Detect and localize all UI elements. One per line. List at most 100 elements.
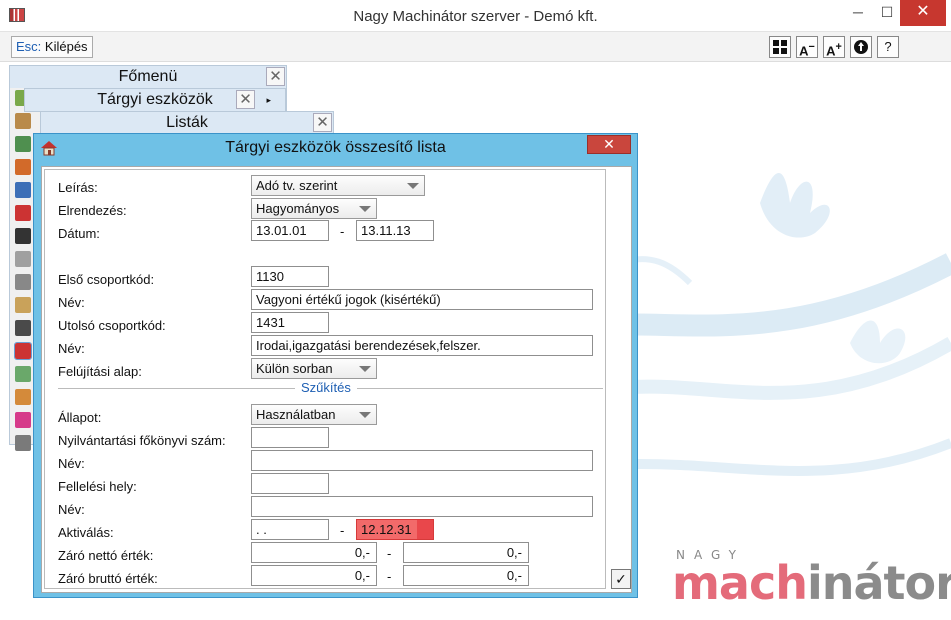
activation-label: Aktiválás:	[58, 525, 114, 540]
renovation-basis-label: Felújítási alap:	[58, 364, 142, 379]
description-value: Adó tv. szerint	[256, 178, 338, 193]
chevron-down-icon	[359, 366, 371, 372]
title-bar: Nagy Machinátor szerver - Demó kft. ─ ☐ …	[0, 0, 951, 32]
date-to-input[interactable]: 13.11.13	[356, 220, 434, 241]
status-label: Állapot:	[58, 410, 102, 425]
net-value-label: Záró nettó érték:	[58, 548, 154, 563]
help-button[interactable]: ?	[877, 36, 899, 58]
close-assets-menu-button[interactable]: ✕	[236, 90, 255, 109]
menu-item-icon[interactable]	[15, 320, 31, 336]
menu-item-icon[interactable]	[15, 297, 31, 313]
ledger-name-input[interactable]	[251, 450, 593, 471]
toolbar: Esc: Kilépés A− A+ ?	[0, 32, 951, 62]
date-range-dash: -	[340, 224, 345, 239]
gross-value-from-input[interactable]: 0,-	[251, 565, 377, 586]
location-label: Fellelési hely:	[58, 479, 137, 494]
status-value: Használatban	[256, 407, 336, 422]
close-window-button[interactable]: ✕	[900, 0, 946, 26]
activation-range-dash: -	[340, 523, 345, 538]
window-title: Nagy Machinátor szerver - Demó kft.	[353, 8, 598, 25]
summary-list-dialog: Tárgyi eszközök összesítő lista ✕ Leírás…	[33, 133, 638, 598]
main-menu-title[interactable]: Főmenü	[10, 66, 286, 88]
first-group-code-input[interactable]: 1130	[251, 266, 329, 287]
menu-item-icon[interactable]	[14, 342, 32, 360]
globe-icon[interactable]	[850, 36, 872, 58]
last-name-input[interactable]: Irodai,igazgatási berendezések,felszer.	[251, 335, 593, 356]
grid-icon[interactable]	[769, 36, 791, 58]
chevron-down-icon	[407, 183, 419, 189]
first-name-label: Név:	[58, 295, 85, 310]
arrow-right-icon[interactable]: ▸	[266, 95, 271, 106]
chevron-down-icon	[359, 206, 371, 212]
ledger-number-input[interactable]	[251, 427, 329, 448]
status-dropdown[interactable]: Használatban	[251, 404, 377, 425]
maximize-button[interactable]: ☐	[872, 0, 902, 26]
close-lists-menu-button[interactable]: ✕	[313, 113, 332, 132]
location-name-input[interactable]	[251, 496, 593, 517]
lists-menu-panel: Listák ✕	[40, 111, 334, 135]
menu-icon-column	[14, 90, 35, 458]
brand-inator: inátor	[807, 556, 951, 610]
activation-to-value: 12.12.31	[361, 522, 412, 537]
activation-from-input[interactable]: . .	[251, 519, 329, 540]
assets-menu-panel: Tárgyi eszközök ✕ ▸	[24, 88, 286, 112]
layout-dropdown[interactable]: Hagyományos	[251, 198, 377, 219]
gross-value-to-input[interactable]: 0,-	[403, 565, 529, 586]
font-decrease-button[interactable]: A−	[796, 36, 818, 58]
date-label: Dátum:	[58, 226, 100, 241]
description-label: Leírás:	[58, 180, 98, 195]
menu-item-icon[interactable]	[15, 389, 31, 405]
menu-item-icon[interactable]	[15, 366, 31, 382]
net-range-dash: -	[387, 546, 392, 561]
text-cursor	[417, 520, 433, 539]
net-value-to-input[interactable]: 0,-	[403, 542, 529, 563]
gross-value-label: Záró bruttó érték:	[58, 571, 158, 586]
ledger-name-label: Név:	[58, 456, 85, 471]
last-name-label: Név:	[58, 341, 85, 356]
net-value-from-input[interactable]: 0,-	[251, 542, 377, 563]
gross-range-dash: -	[387, 569, 392, 584]
activation-to-input[interactable]: 12.12.31	[356, 519, 434, 540]
menu-item-icon[interactable]	[15, 274, 31, 290]
layout-value: Hagyományos	[256, 201, 340, 216]
date-from-input[interactable]: 13.01.01	[251, 220, 329, 241]
font-decrease-label: A	[799, 43, 809, 59]
exit-label: Kilépés	[41, 39, 88, 54]
filter-section-title: Szűkítés	[295, 380, 357, 395]
menu-item-icon[interactable]	[15, 251, 31, 267]
menu-item-icon[interactable]	[15, 136, 31, 152]
font-increase-button[interactable]: A+	[823, 36, 845, 58]
menu-item-icon[interactable]	[15, 205, 31, 221]
first-name-input[interactable]: Vagyoni értékű jogok (kisértékű)	[251, 289, 593, 310]
chevron-down-icon	[359, 412, 371, 418]
menu-item-icon[interactable]	[15, 182, 31, 198]
font-increase-label: A	[826, 43, 836, 59]
dialog-body: Leírás: Adó tv. szerint Elrendezés: Hagy…	[41, 166, 632, 593]
menu-item-icon[interactable]	[15, 159, 31, 175]
lists-menu-title[interactable]: Listák	[41, 112, 333, 134]
last-group-code-label: Utolsó csoportkód:	[58, 318, 166, 333]
close-dialog-button[interactable]: ✕	[587, 135, 631, 154]
last-group-code-input[interactable]: 1431	[251, 312, 329, 333]
description-dropdown[interactable]: Adó tv. szerint	[251, 175, 425, 196]
menu-item-icon[interactable]	[15, 113, 31, 129]
minimize-button[interactable]: ─	[843, 0, 873, 26]
ok-button[interactable]: ✓	[611, 569, 631, 589]
first-group-code-label: Első csoportkód:	[58, 272, 155, 287]
menu-item-icon[interactable]	[15, 228, 31, 244]
location-input[interactable]	[251, 473, 329, 494]
brand-wordmark: machinátor	[672, 556, 951, 610]
menu-item-icon[interactable]	[15, 412, 31, 428]
brand-mach: mach	[672, 556, 808, 610]
ledger-number-label: Nyilvántartási főkönyvi szám:	[58, 433, 226, 448]
close-main-menu-button[interactable]: ✕	[266, 67, 285, 86]
renovation-basis-value: Külön sorban	[256, 361, 333, 376]
renovation-basis-dropdown[interactable]: Külön sorban	[251, 358, 377, 379]
layout-label: Elrendezés:	[58, 203, 127, 218]
location-name-label: Név:	[58, 502, 85, 517]
exit-button[interactable]: Esc: Kilépés	[11, 36, 93, 58]
menu-item-icon[interactable]	[15, 435, 31, 451]
filter-form: Leírás: Adó tv. szerint Elrendezés: Hagy…	[44, 169, 606, 589]
dialog-title: Tárgyi eszközök összesítő lista	[225, 139, 446, 156]
esc-key-label: Esc:	[16, 39, 42, 54]
